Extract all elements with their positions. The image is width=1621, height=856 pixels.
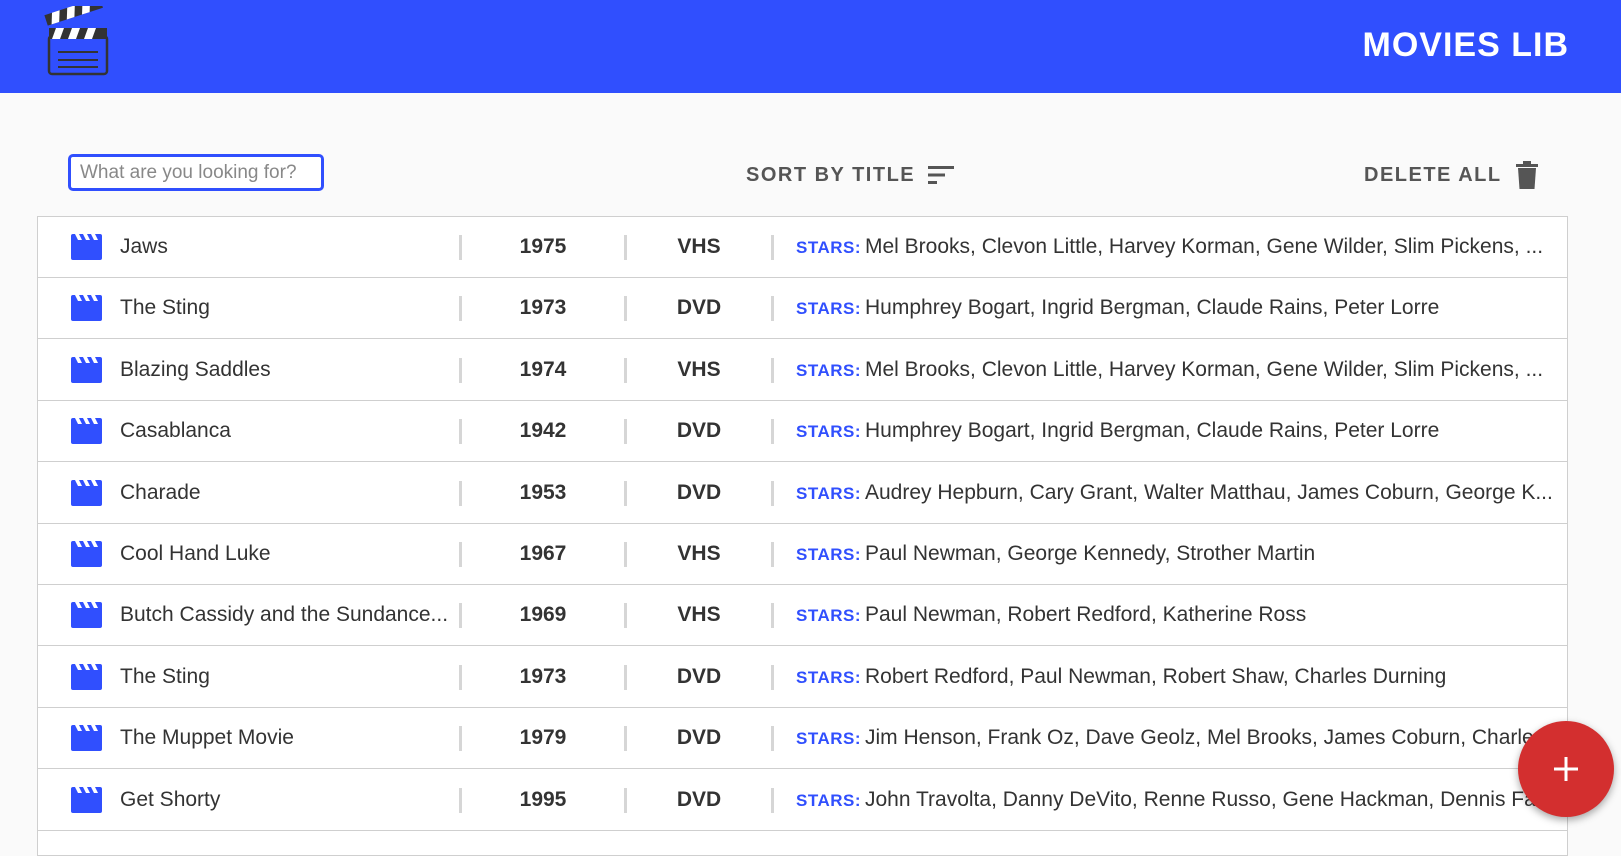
sort-icon [928,166,955,184]
stars-label: STARS: [796,545,862,564]
movie-icon [71,541,102,567]
stars-label: STARS: [796,791,862,810]
movie-format: DVD [676,419,722,442]
movie-icon [71,234,102,260]
movie-stars: Humphrey Bogart, Ingrid Bergman, Claude … [865,296,1440,319]
sort-by-title-button[interactable]: SORT BY TITLE [746,160,955,190]
movie-stars: Jim Henson, Frank Oz, Dave Geolz, Mel Br… [865,726,1545,749]
table-row[interactable]: The Sting 1973 DVD STARS: Humphrey Bogar… [38,278,1567,339]
app-header: MOVIES LIB [0,0,1621,93]
table-row[interactable]: Jaws 1975 VHS STARS: Mel Brooks, Clevon … [38,217,1567,278]
stars-label: STARS: [796,422,862,441]
column-divider [771,296,774,321]
movie-icon [71,295,102,321]
column-divider [771,419,774,444]
movie-format: VHS [677,358,721,381]
table-row[interactable]: Casablanca 1942 DVD STARS: Humphrey Boga… [38,401,1567,462]
column-divider [771,358,774,383]
movie-stars: Humphrey Bogart, Ingrid Bergman, Claude … [865,419,1440,442]
stars-label: STARS: [796,361,862,380]
table-row[interactable]: Charade 1953 DVD STARS: Audrey Hepburn, … [38,463,1567,524]
movie-title: Jaws [120,235,168,258]
table-row[interactable]: The Sting 1973 DVD STARS: Robert Redford… [38,647,1567,708]
column-divider [771,726,774,751]
movie-title: Butch Cassidy and the Sundance... [120,603,449,626]
movie-stars: Robert Redford, Paul Newman, Robert Shaw… [865,665,1447,688]
column-divider [771,481,774,506]
delete-all-button[interactable]: DELETE ALL [1364,160,1538,190]
movie-title: The Sting [120,296,210,319]
search-input[interactable] [68,154,324,191]
table-row[interactable]: Blazing Saddles 1974 VHS STARS: Mel Broo… [38,340,1567,401]
column-divider [771,235,774,260]
movie-title: Get Shorty [120,788,221,811]
movie-title: Cool Hand Luke [120,542,271,565]
stars-label: STARS: [796,606,862,625]
column-divider [771,788,774,813]
movie-icon [71,664,102,690]
stars-label: STARS: [796,668,862,687]
movie-year: 1953 [519,481,567,504]
table-row[interactable]: Cool Hand Luke 1967 VHS STARS: Paul Newm… [38,524,1567,585]
movie-year: 1975 [519,235,567,258]
movie-icon [71,480,102,506]
clapperboard-icon [44,6,109,76]
stars-label: STARS: [796,299,862,318]
movie-format: VHS [677,542,721,565]
movie-year: 1995 [519,788,567,811]
movie-format: DVD [676,788,722,811]
movie-title: Charade [120,481,201,504]
movie-format: VHS [677,603,721,626]
movie-year: 1967 [519,542,567,565]
stars-label: STARS: [796,238,862,257]
table-row[interactable]: The Muppet Movie 1979 DVD STARS: Jim Hen… [38,708,1567,769]
table-row[interactable]: Butch Cassidy and the Sundance... 1969 V… [38,585,1567,646]
movie-icon [71,418,102,444]
movie-stars: Mel Brooks, Clevon Little, Harvey Korman… [865,235,1544,258]
column-divider [771,665,774,690]
movie-icon [71,725,102,751]
movie-year: 1979 [519,726,567,749]
movie-icon [71,357,102,383]
movie-title: Blazing Saddles [120,358,271,381]
movie-stars: Paul Newman, George Kennedy, Strother Ma… [865,542,1316,565]
column-divider [771,603,774,628]
stars-label: STARS: [796,729,862,748]
movie-year: 1942 [519,419,567,442]
add-icon [1554,757,1578,781]
stars-label: STARS: [796,484,862,503]
movie-icon [71,787,102,813]
movie-stars: Audrey Hepburn, Cary Grant, Walter Matth… [865,481,1553,504]
column-divider [771,542,774,567]
movie-format: DVD [676,665,722,688]
movie-format: DVD [676,481,722,504]
table-row[interactable]: Get Shorty 1995 DVD STARS: John Travolta… [38,770,1567,831]
add-movie-button[interactable] [1518,721,1614,817]
movie-year: 1973 [519,665,567,688]
movie-format: VHS [677,235,721,258]
movie-year: 1974 [519,358,567,381]
movie-icon [71,602,102,628]
app-title: MOVIES LIB [1362,26,1569,64]
movie-stars: John Travolta, Danny DeVito, Renne Russo… [865,788,1565,811]
movie-format: DVD [676,726,722,749]
movie-year: 1973 [519,296,567,319]
movie-stars: Mel Brooks, Clevon Little, Harvey Korman… [865,358,1544,381]
delete-all-label: DELETE ALL [1364,163,1502,186]
movie-year: 1969 [519,603,567,626]
movie-title: Casablanca [120,419,231,442]
trash-icon [1515,161,1538,189]
movies-table: Jaws 1975 VHS STARS: Mel Brooks, Clevon … [37,216,1568,856]
sort-label: SORT BY TITLE [746,163,916,186]
movie-stars: Paul Newman, Robert Redford, Katherine R… [865,603,1307,626]
movie-title: The Muppet Movie [120,726,294,749]
movie-title: The Sting [120,665,210,688]
movie-format: DVD [676,296,722,319]
